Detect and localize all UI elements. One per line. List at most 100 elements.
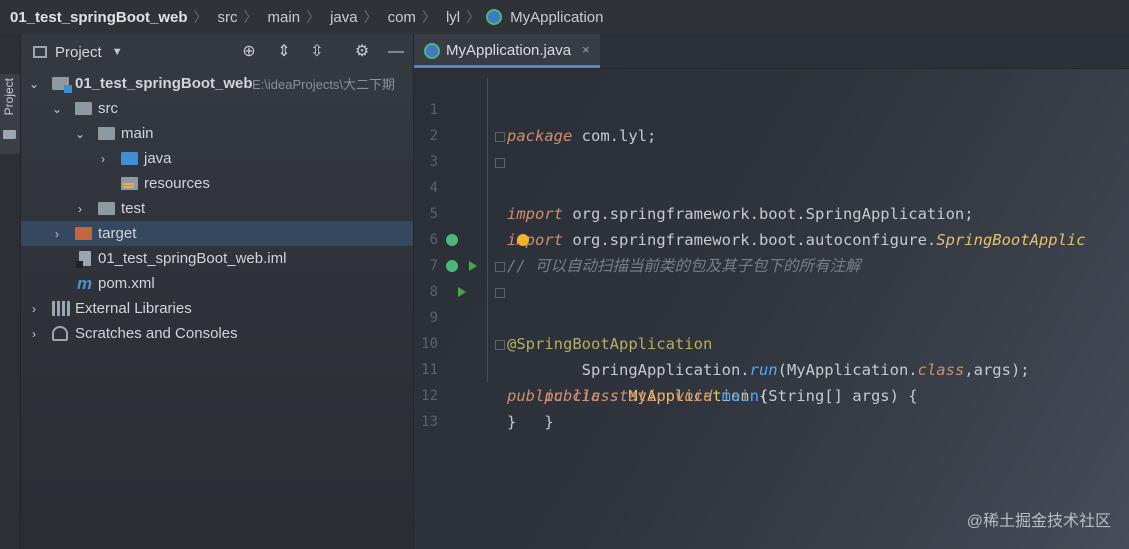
breadcrumb-separator: 〉 [243,9,258,25]
tree-item-scratches[interactable]: › Scratches and Consoles [21,321,413,346]
project-view-icon [33,46,47,58]
code-line: 7 @SpringBootApplication [414,227,1129,353]
tree-item-resources[interactable]: resources [21,171,413,196]
folder-icon [98,202,115,215]
module-folder-icon [52,77,72,93]
project-panel: Project ▼ ⊕ ⇕ ⇳ ⚙ — ⌄ 01_test_springBoot… [21,34,414,549]
folder-icon [3,130,16,139]
breadcrumb-item-com[interactable]: com [378,9,422,26]
run-icon[interactable] [469,261,477,271]
code-line: 10 SpringApplication.run(MyApplication.c… [414,305,1129,379]
code-line: 13 [414,383,1129,430]
breadcrumb-item-lyl[interactable]: lyl [436,9,466,26]
breadcrumb-separator: 〉 [466,9,481,25]
fold-icon[interactable] [495,262,505,272]
tree-item-java[interactable]: › java [21,146,413,171]
project-panel-header: Project ▼ ⊕ ⇕ ⇳ ⚙ — [21,34,413,70]
tree-item-label: pom.xml [98,275,155,292]
resources-folder-icon [121,177,138,190]
breadcrumb-item-src[interactable]: src [208,9,244,26]
hide-icon[interactable]: — [387,43,405,61]
lightbulb-icon[interactable] [517,234,529,246]
code-line: 9 public static void main(String[] args)… [414,279,1129,405]
breadcrumb-item-myapplication[interactable]: MyApplication [500,9,609,26]
iml-file-icon [76,251,91,268]
chevron-down-icon[interactable]: ⌄ [51,102,63,116]
expand-all-icon[interactable]: ⇕ [275,43,293,61]
excluded-folder-icon [75,227,92,240]
fold-icon[interactable] [495,340,505,350]
tree-item-label: resources [144,175,210,192]
breadcrumb-separator: 〉 [421,9,436,25]
fold-icon[interactable] [495,158,505,168]
project-view-selector[interactable]: Project [55,44,102,61]
code-line: 2 [414,97,1129,144]
run-icon[interactable] [458,287,466,297]
code-line: 3 import org.springframework.boot.Spring… [414,123,1129,223]
tree-item-target[interactable]: › target [21,221,413,246]
tree-item-main[interactable]: ⌄ main [21,121,413,146]
collapse-all-icon[interactable]: ⇳ [308,43,326,61]
breadcrumb-item-java[interactable]: java [320,9,364,26]
tree-item-test[interactable]: › test [21,196,413,221]
tree-item-label: test [121,200,146,217]
code-text: } [507,413,517,431]
breadcrumb-separator: 〉 [193,9,208,25]
tree-item-project-root[interactable]: ⌄ 01_test_springBoot_web E:\ideaProjects… [21,71,413,96]
code-line: 6 // 可以自动扫描当前类的包及其子包下的所有注解 [414,201,1129,275]
tree-item-pom[interactable]: m pom.xml [21,271,413,296]
line-number: 13 [421,414,438,430]
locate-icon[interactable]: ⊕ [240,43,258,61]
tree-item-iml-file[interactable]: 01_test_springBoot_web.iml [21,246,413,271]
chevron-right-icon[interactable]: › [74,202,86,216]
tab-label: MyApplication.java [446,42,572,59]
code-line: 4 import org.springframework.boot.autoco… [414,149,1129,249]
tree-item-label: main [121,125,154,142]
code-editor[interactable]: MyApplication.java × 1 package com.lyl; … [414,34,1129,549]
folder-icon [75,102,92,115]
breadcrumb-item-project[interactable]: 01_test_springBoot_web [0,9,194,26]
code-line: 1 package com.lyl; [414,71,1129,145]
chevron-down-icon[interactable]: ⌄ [28,77,40,91]
folder-icon [98,127,115,140]
code-line: 5 [414,175,1129,222]
breadcrumb-separator: 〉 [306,9,321,25]
tab-myapplication-java[interactable]: MyApplication.java × [414,34,600,68]
tree-item-label: target [98,225,137,242]
chevron-right-icon[interactable]: › [97,152,109,166]
chevron-right-icon[interactable]: › [28,327,40,341]
breadcrumb: 01_test_springBoot_web 〉 src 〉 main 〉 ja… [0,0,1129,34]
chevron-right-icon[interactable]: › [51,227,63,241]
watermark: @稀土掘金技术社区 [966,513,1111,530]
breadcrumb-separator: 〉 [363,9,378,25]
fold-icon[interactable] [495,132,505,142]
chevron-right-icon[interactable]: › [28,302,40,316]
tree-item-label: Scratches and Consoles [75,325,238,342]
maven-icon: m [77,273,93,293]
breadcrumb-item-main[interactable]: main [258,9,307,26]
tree-item-external-libraries[interactable]: › External Libraries [21,296,413,321]
spring-bean-icon[interactable] [446,234,458,246]
tree-item-label: External Libraries [75,300,192,317]
tree-item-path: E:\ideaProjects\大二下期 [252,77,396,92]
fold-icon[interactable] [495,288,505,298]
spring-bean-icon[interactable] [446,260,458,272]
code-line: 12 } [414,357,1129,431]
settings-icon[interactable]: ⚙ [353,43,371,61]
scratches-icon [52,326,68,341]
project-tool-window-label: Project [2,78,16,116]
editor-tab-bar: MyApplication.java × [414,34,1129,69]
code-line: 8 public class MyApplication { [414,253,1129,405]
tree-item-src[interactable]: ⌄ src [21,96,413,121]
code-line: 11 } [414,331,1129,431]
tool-window-strip: Project [0,34,21,549]
chevron-down-icon[interactable]: ▼ [112,46,123,58]
spring-class-icon [424,43,440,59]
close-icon[interactable]: × [582,42,590,57]
tree-item-label: 01_test_springBoot_web.iml [98,250,287,267]
tree-item-label: java [144,150,172,167]
library-icon [52,301,70,316]
tree-item-label: src [98,100,118,117]
chevron-down-icon[interactable]: ⌄ [74,127,86,141]
tree-item-label: 01_test_springBoot_web [75,75,253,92]
